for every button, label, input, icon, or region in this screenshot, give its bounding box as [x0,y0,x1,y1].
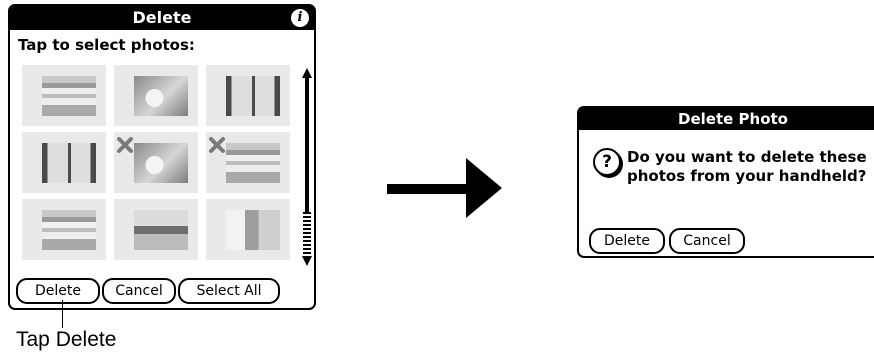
photo-thumbnail[interactable] [22,65,106,126]
scrollbar-thumb[interactable] [303,212,311,254]
question-icon: ? [593,148,621,176]
select-prompt: Tap to select photos: [18,36,195,54]
confirm-message: Do you want to delete these photos from … [627,148,867,185]
delete-button[interactable]: Delete [16,278,100,304]
photo-image [134,143,188,183]
dialog-title: Delete [10,6,314,30]
photo-thumbnail[interactable] [114,65,198,126]
photo-image [226,143,280,183]
photo-thumbnail[interactable] [22,199,106,260]
callout-label: Tap Delete [16,328,117,351]
info-icon[interactable]: i [291,9,309,27]
photo-image [226,210,280,250]
photo-thumbnail[interactable] [22,132,106,193]
photo-image [42,76,96,116]
x-mark-icon [209,137,225,153]
photo-image [42,210,96,250]
cancel-button[interactable]: Cancel [102,278,176,304]
scroll-up-arrow-icon[interactable] [302,68,312,78]
delete-photo-confirm-dialog: Delete Photo ? Do you want to delete the… [577,106,874,258]
photo-thumbnail[interactable] [206,132,290,193]
scroll-down-arrow-icon[interactable] [302,256,312,266]
photo-thumbnail[interactable] [206,199,290,260]
confirm-dialog-title: Delete Photo [579,108,874,130]
photo-image [226,76,280,116]
photo-thumbnail[interactable] [206,65,290,126]
photo-thumbnail[interactable] [114,199,198,260]
select-all-button[interactable]: Select All [178,278,280,304]
confirm-cancel-button[interactable]: Cancel [669,228,745,254]
arrow-head [466,158,502,218]
photo-thumbnail[interactable] [114,132,198,193]
delete-photos-dialog: Delete i Tap to select photos: Delete Ca… [8,4,316,310]
callout-line [62,300,63,328]
arrow-shaft [387,184,471,194]
photo-image [134,76,188,116]
x-mark-icon [117,137,133,153]
photo-image [134,210,188,250]
confirm-delete-button[interactable]: Delete [589,228,665,254]
photo-image [42,143,96,183]
